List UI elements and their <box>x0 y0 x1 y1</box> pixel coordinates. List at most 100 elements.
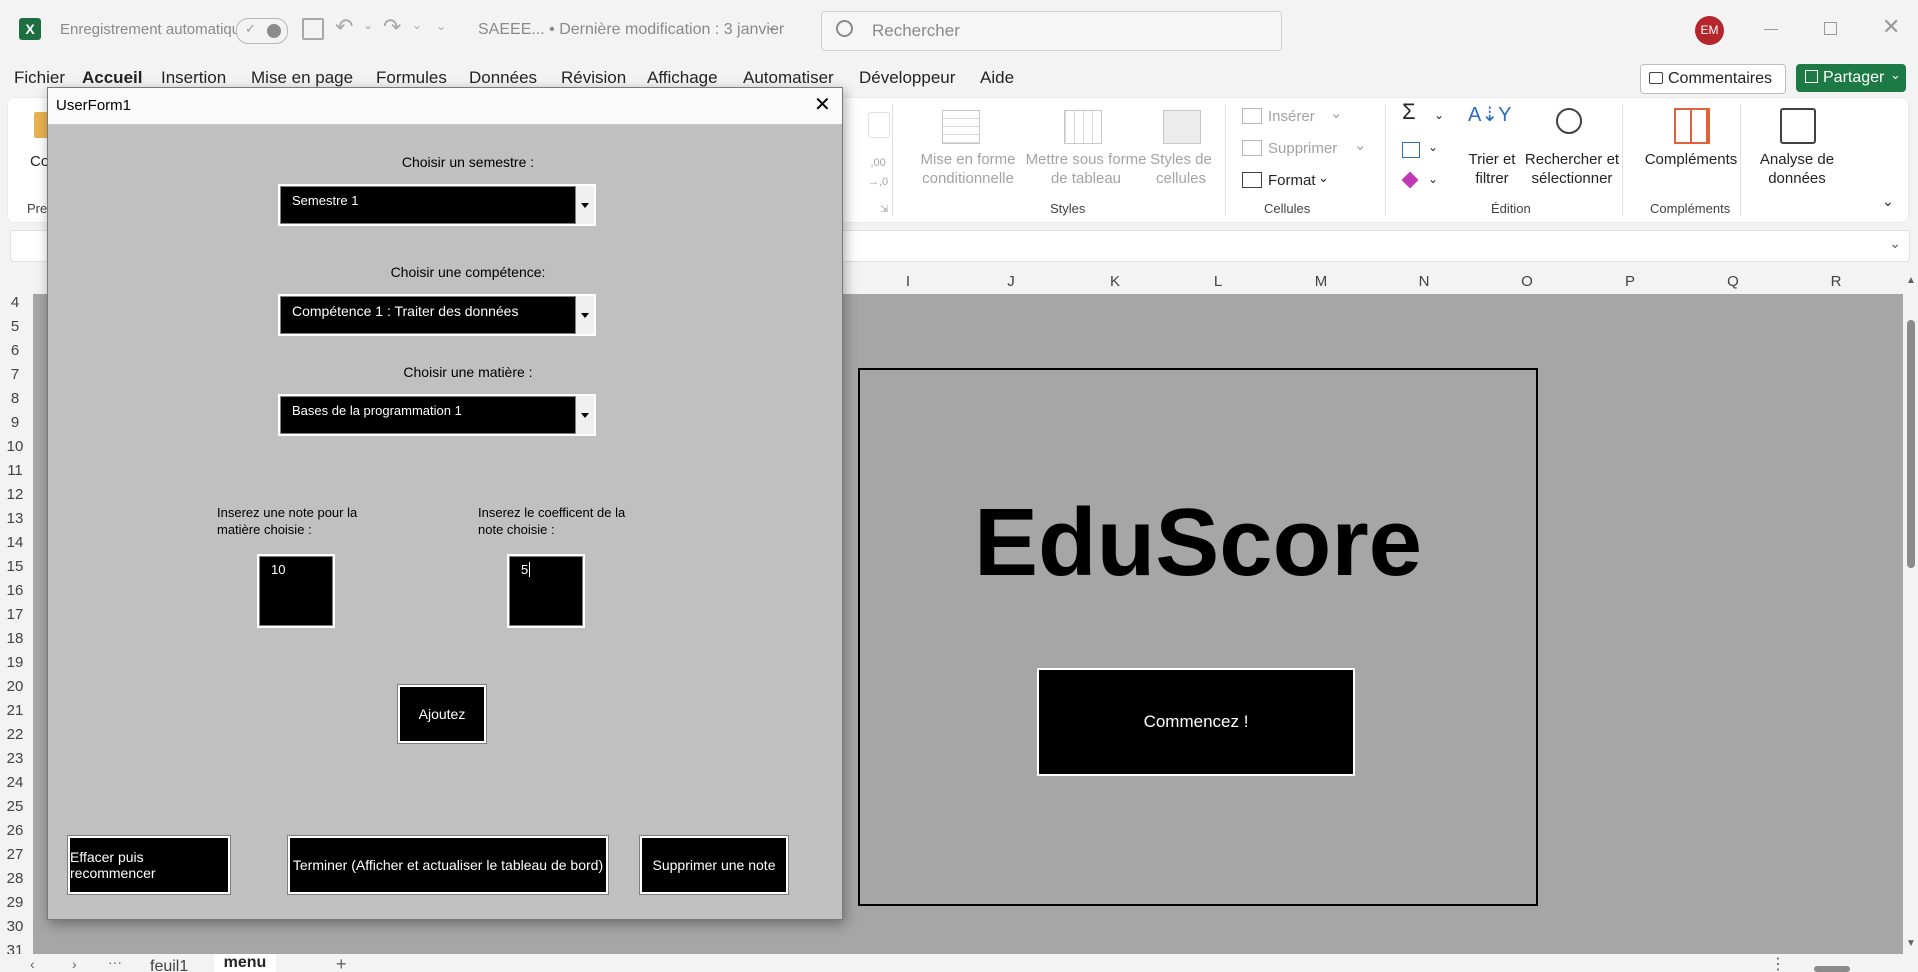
sheet-tab-feuil1[interactable]: feuil1 <box>150 958 188 972</box>
more-sheets-icon[interactable]: ··· <box>108 954 122 970</box>
insert-cells-button[interactable]: Insérer <box>1268 107 1315 126</box>
more-options-icon[interactable]: ⋮ <box>1770 954 1786 972</box>
row-header[interactable]: 26 <box>2 822 28 839</box>
menu-formules[interactable]: Formules <box>376 68 447 88</box>
menu-insertion[interactable]: Insertion <box>161 68 226 88</box>
row-header[interactable]: 28 <box>2 870 28 887</box>
row-header[interactable]: 16 <box>2 582 28 599</box>
row-header[interactable]: 29 <box>2 894 28 911</box>
column-header[interactable]: P <box>1615 273 1645 290</box>
row-header[interactable]: 31 <box>2 942 28 954</box>
menu-revision[interactable]: Révision <box>561 68 626 88</box>
dropdown-arrow-icon[interactable] <box>575 296 594 334</box>
row-header[interactable]: 30 <box>2 918 28 935</box>
menu-accueil[interactable]: Accueil <box>82 68 142 88</box>
undo-icon[interactable]: ↶ <box>335 14 353 40</box>
row-header[interactable]: 5 <box>2 318 28 335</box>
add-button[interactable]: Ajoutez <box>398 685 486 743</box>
document-title[interactable]: SAEEE... • Dernière modification : 3 jan… <box>478 21 784 39</box>
autosave-toggle[interactable]: ✓ <box>236 18 288 44</box>
fill-chevron-icon[interactable]: ⌄ <box>1428 138 1438 157</box>
row-header[interactable]: 4 <box>2 294 28 311</box>
decimal-icon[interactable]: ,00 →,0 <box>868 154 888 192</box>
row-header[interactable]: 13 <box>2 510 28 527</box>
row-header[interactable]: 21 <box>2 702 28 719</box>
column-header[interactable]: Q <box>1718 273 1748 290</box>
delete-cells-button[interactable]: Supprimer <box>1268 139 1337 158</box>
number-format-dropdown-icon[interactable] <box>868 112 890 138</box>
column-header[interactable]: N <box>1409 273 1439 290</box>
row-header[interactable]: 23 <box>2 750 28 767</box>
number-dialog-launcher-icon[interactable]: ⇲ <box>880 204 888 215</box>
sort-filter-button[interactable]: Trier et filtrer <box>1456 150 1528 188</box>
column-header[interactable]: O <box>1512 273 1542 290</box>
row-header[interactable]: 7 <box>2 366 28 383</box>
dropdown-arrow-icon[interactable] <box>575 186 594 224</box>
clear-restart-button[interactable]: Effacer puis recommencer <box>68 836 230 894</box>
insert-chevron-icon[interactable]: ⌄ <box>1330 104 1343 123</box>
row-header[interactable]: 11 <box>2 462 28 479</box>
row-header[interactable]: 19 <box>2 654 28 671</box>
add-sheet-icon[interactable]: + <box>336 954 347 972</box>
row-header[interactable]: 22 <box>2 726 28 743</box>
row-header[interactable]: 8 <box>2 390 28 407</box>
avatar[interactable]: EM <box>1695 16 1724 45</box>
search-box[interactable]: Rechercher <box>821 11 1282 51</box>
row-header[interactable]: 17 <box>2 606 28 623</box>
row-header[interactable]: 25 <box>2 798 28 815</box>
delete-chevron-icon[interactable]: ⌄ <box>1354 136 1367 155</box>
prev-sheet-icon[interactable]: ‹ <box>30 956 35 972</box>
conditional-format-button[interactable]: Mise en forme conditionnelle <box>902 150 1034 188</box>
delete-note-button[interactable]: Supprimer une note <box>640 836 788 894</box>
addins-button[interactable]: Compléments <box>1634 150 1748 169</box>
menu-aide[interactable]: Aide <box>980 68 1014 88</box>
sheet-tab-menu[interactable]: menu <box>214 954 276 972</box>
autosum-chevron-icon[interactable]: ⌄ <box>1434 106 1444 125</box>
restore-icon[interactable] <box>1824 22 1837 35</box>
row-header[interactable]: 12 <box>2 486 28 503</box>
cell-styles-button[interactable]: Styles de cellules <box>1143 150 1219 188</box>
clear-icon[interactable] <box>1401 171 1419 189</box>
row-header[interactable]: 24 <box>2 774 28 791</box>
share-button[interactable]: Partager ⌄ <box>1796 64 1906 92</box>
vertical-scrollbar[interactable]: ▲ ▼ <box>1903 270 1918 954</box>
dropdown-arrow-icon[interactable] <box>575 396 594 434</box>
column-header[interactable]: R <box>1821 273 1851 290</box>
data-analysis-button[interactable]: Analyse de données <box>1752 150 1842 188</box>
row-header[interactable]: 14 <box>2 534 28 551</box>
column-header[interactable]: K <box>1100 273 1130 290</box>
scroll-down-icon[interactable]: ▼ <box>1906 938 1916 949</box>
scroll-thumb[interactable] <box>1907 320 1915 568</box>
row-header[interactable]: 20 <box>2 678 28 695</box>
row-header[interactable]: 10 <box>2 438 28 455</box>
column-header[interactable]: I <box>893 273 923 290</box>
title-chevron-icon[interactable]: ⌄ <box>766 18 778 35</box>
comments-button[interactable]: Commentaires <box>1640 64 1786 94</box>
formula-expand-icon[interactable]: ⌄ <box>1889 235 1901 252</box>
format-chevron-icon[interactable]: ⌄ <box>1318 168 1329 187</box>
note-input[interactable]: 10 <box>257 554 335 628</box>
row-header[interactable]: 15 <box>2 558 28 575</box>
undo-dropdown-icon[interactable]: ⌄ <box>363 18 373 32</box>
userform-titlebar[interactable]: UserForm1 ✕ <box>48 88 842 125</box>
save-icon[interactable] <box>302 18 324 40</box>
menu-donnees[interactable]: Données <box>469 68 537 88</box>
next-sheet-icon[interactable]: › <box>72 956 77 972</box>
competence-combobox[interactable]: Compétence 1 : Traiter des données <box>278 294 596 336</box>
table-format-button[interactable]: Mettre sous forme de tableau <box>1020 150 1152 188</box>
scroll-up-icon[interactable]: ▲ <box>1906 275 1916 286</box>
menu-mise-en-page[interactable]: Mise en page <box>251 68 353 88</box>
redo-icon[interactable]: ↷ <box>383 14 401 40</box>
clear-chevron-icon[interactable]: ⌄ <box>1428 170 1438 189</box>
row-header[interactable]: 6 <box>2 342 28 359</box>
menu-developpeur[interactable]: Développeur <box>859 68 955 88</box>
row-header[interactable]: 27 <box>2 846 28 863</box>
ribbon-collapse-icon[interactable]: ⌄ <box>1882 192 1894 211</box>
column-header[interactable]: M <box>1306 273 1336 290</box>
fill-icon[interactable] <box>1402 142 1420 158</box>
format-cells-button[interactable]: Format <box>1268 171 1316 190</box>
menu-affichage[interactable]: Affichage <box>647 68 718 88</box>
close-icon[interactable]: ✕ <box>814 92 831 117</box>
horizontal-scroll-thumb[interactable] <box>1814 966 1850 972</box>
column-header[interactable]: L <box>1203 273 1233 290</box>
